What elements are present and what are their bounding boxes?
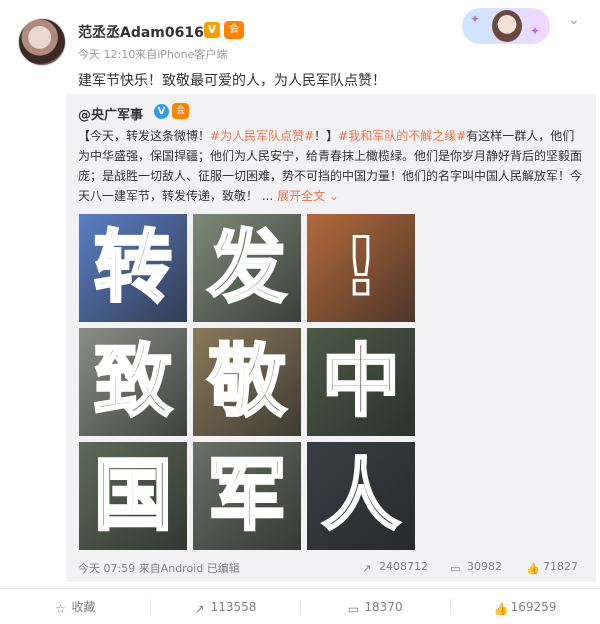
- star-outline-icon: ☆: [55, 602, 66, 616]
- star-icon: ✦: [530, 24, 541, 38]
- original-like-count[interactable]: 👍 71827: [526, 560, 578, 575]
- comment-icon: ▭: [347, 602, 360, 616]
- topic-link[interactable]: #我和军队的不解之缘#: [338, 129, 466, 143]
- tile-character: 人: [320, 450, 401, 543]
- image-tile[interactable]: 转: [79, 214, 187, 322]
- favorite-button[interactable]: ☆ 收藏: [0, 589, 150, 624]
- comment-button[interactable]: ▭ 18370: [300, 589, 450, 624]
- image-tile[interactable]: 国: [79, 442, 187, 550]
- tile-character: 军: [206, 450, 287, 543]
- tile-character: 发: [206, 222, 287, 315]
- like-button[interactable]: 👍 169259: [450, 589, 600, 624]
- tile-character: 国: [92, 450, 173, 543]
- image-tile[interactable]: 敬: [193, 328, 301, 436]
- original-text-part: ！】: [314, 129, 339, 143]
- favorite-label: 收藏: [71, 600, 96, 614]
- original-like-value: 71827: [543, 560, 578, 573]
- like-count: 169259: [510, 600, 557, 614]
- image-tile[interactable]: 发: [193, 214, 301, 322]
- forward-count: 113558: [210, 600, 257, 614]
- tile-character: 致: [92, 336, 173, 429]
- action-bar: ☆ 收藏 ↗ 113558 ▭ 18370 👍 169259: [0, 588, 600, 624]
- tile-character: 敬: [206, 336, 287, 429]
- member-badge-icon[interactable]: 会: [224, 21, 244, 39]
- vip-badge-icon[interactable]: V: [204, 22, 220, 38]
- original-comment-value: 30982: [467, 560, 502, 573]
- forward-icon: ↗: [194, 602, 205, 616]
- image-tile[interactable]: 致: [79, 328, 187, 436]
- thumbs-up-icon: 👍: [526, 562, 540, 575]
- member-badge-icon: 会: [172, 103, 189, 119]
- post-text: 建军节快乐！致敬最可爱的人，为人民军队点赞！: [78, 73, 386, 89]
- image-tile[interactable]: 中: [307, 328, 415, 436]
- avatar[interactable]: [18, 18, 66, 66]
- topic-link[interactable]: #为人民军队点赞#: [210, 129, 314, 143]
- comment-icon: ▭: [450, 562, 461, 575]
- forward-icon: ↗: [362, 562, 372, 575]
- original-comment-count[interactable]: ▭ 30982: [450, 560, 502, 575]
- original-text: 【今天，转发这条微博！#为人民军队点赞#！】#我和军队的不解之缘#有这样一群人，…: [78, 126, 586, 206]
- star-icon: ✦: [470, 12, 481, 26]
- idol-avatar-icon: [492, 10, 522, 42]
- forward-button[interactable]: ↗ 113558: [150, 589, 300, 624]
- username[interactable]: 范丞丞Adam0616: [78, 22, 204, 42]
- reposted-content: @央广军事 V 会 【今天，转发这条微博！#为人民军队点赞#！】#我和军队的不解…: [66, 94, 596, 582]
- post-meta: 今天 12:10来自iPhone客户端: [78, 48, 228, 61]
- chevron-down-icon[interactable]: ⌄: [566, 12, 582, 28]
- original-forward-count[interactable]: ↗ 2408712: [362, 560, 428, 575]
- image-tile[interactable]: 军: [193, 442, 301, 550]
- original-meta: 今天 07:59 来自Android 已编辑: [78, 562, 240, 575]
- tile-character: !: [342, 222, 381, 315]
- decoration-card-image: ✦ ✦: [462, 8, 550, 44]
- tile-character: 转: [92, 222, 173, 315]
- original-forward-value: 2408712: [379, 560, 428, 573]
- original-text-part: 【今天，转发这条微博！: [78, 129, 211, 143]
- comment-count: 18370: [364, 600, 403, 614]
- expand-full-text-link[interactable]: 展开全文 ⌄: [277, 189, 339, 203]
- weibo-post-card: 范丞丞Adam0616 V 会 今天 12:10来自iPhone客户端 ✦ ✦ …: [0, 0, 600, 624]
- image-tile[interactable]: 人: [307, 442, 415, 550]
- thumbs-up-icon: 👍: [493, 602, 509, 616]
- verified-icon: V: [154, 104, 169, 119]
- original-author[interactable]: @央广军事: [78, 104, 143, 123]
- tile-character: 中: [320, 336, 401, 429]
- image-tile[interactable]: !: [307, 214, 415, 322]
